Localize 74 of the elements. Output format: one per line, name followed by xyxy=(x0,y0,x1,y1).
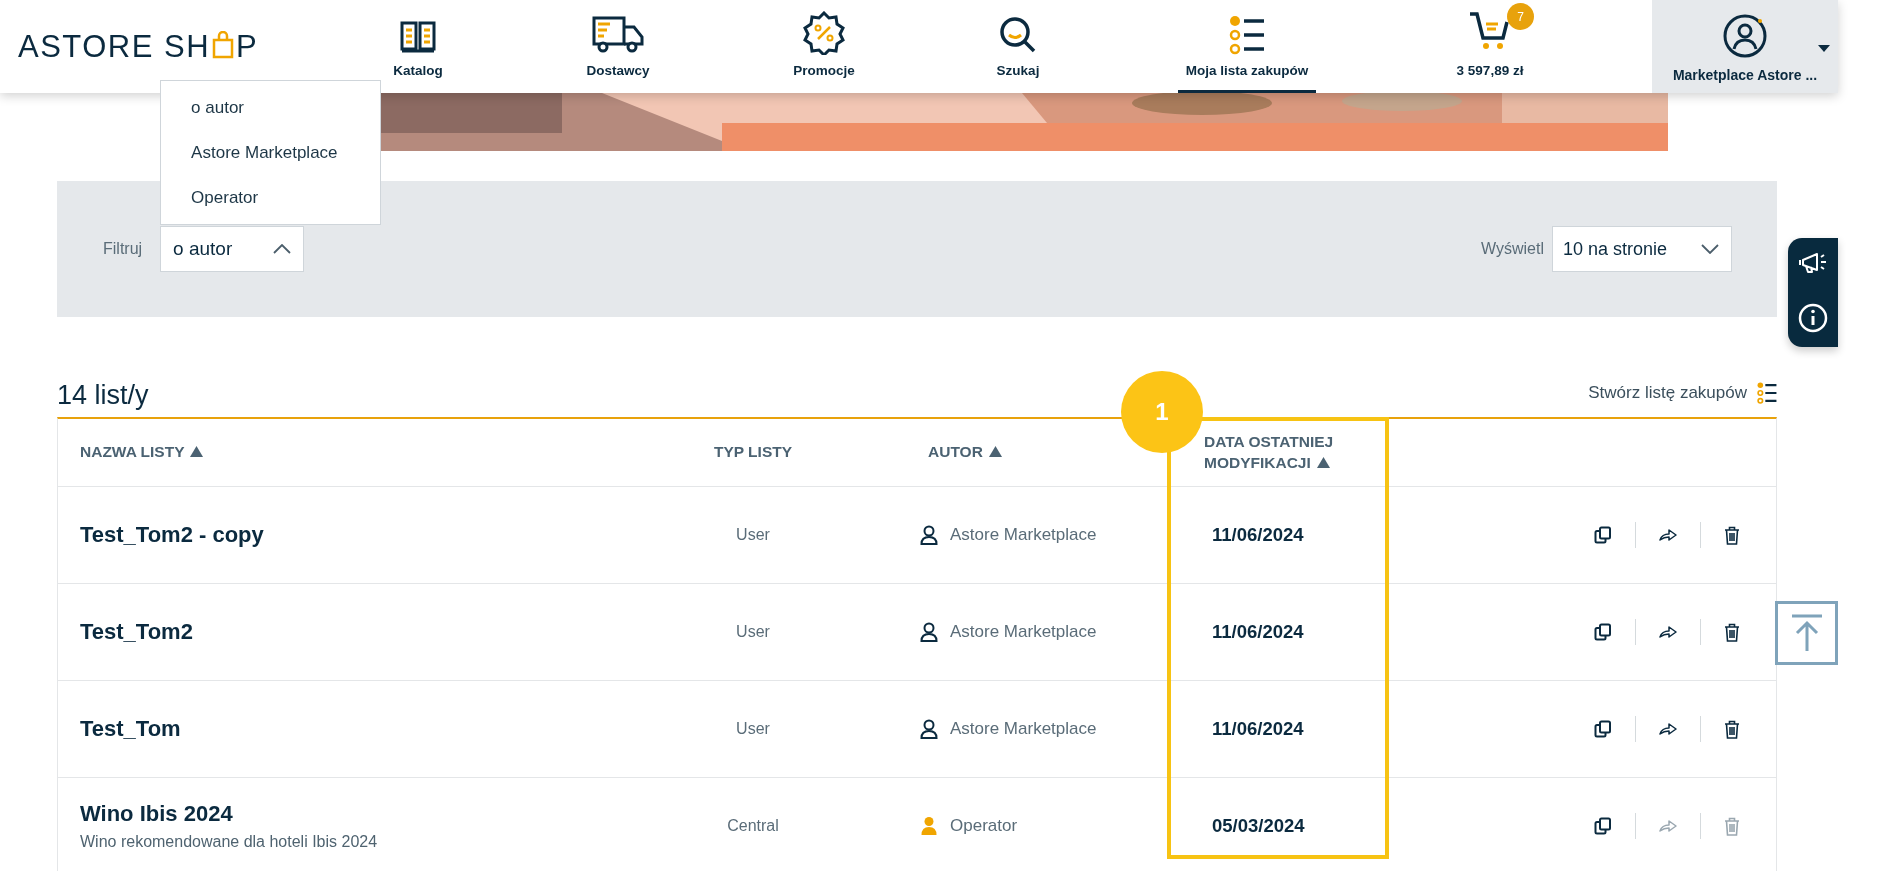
modified-date: 05/03/2024 xyxy=(1211,815,1305,837)
user-icon xyxy=(920,622,938,642)
modified-date: 11/06/2024 xyxy=(1211,718,1304,740)
copy-icon xyxy=(1594,817,1612,835)
nav-tab[interactable]: Dostawcy xyxy=(578,0,658,93)
list-name[interactable]: Test_Tom2 xyxy=(80,619,193,645)
list-name[interactable]: Test_Tom xyxy=(80,716,181,742)
per-page-label: Wyświetl xyxy=(1481,240,1544,258)
list-type: User xyxy=(736,720,770,738)
nav-tab[interactable]: Szukaj xyxy=(988,0,1048,93)
scroll-to-top-button[interactable] xyxy=(1775,601,1838,665)
account-menu[interactable]: Marketplace Astore ... xyxy=(1652,0,1838,93)
share-arrow-icon xyxy=(1659,819,1677,833)
copy-icon xyxy=(1594,526,1612,544)
author-name: Operator xyxy=(950,816,1018,836)
cart-count-badge: 7 xyxy=(1507,3,1534,30)
author-name: Astore Marketplace xyxy=(950,719,1097,739)
filter-select[interactable]: o autor xyxy=(160,226,305,272)
caret-icon xyxy=(1818,45,1830,52)
nav-tab[interactable]: Promocje xyxy=(785,0,863,93)
user-icon xyxy=(920,816,938,836)
user-icon xyxy=(920,719,938,739)
list-description: Wino rekomendowane dla hoteli Ibis 2024 xyxy=(80,833,378,851)
author-name: Astore Marketplace xyxy=(950,622,1097,642)
modified-date: 11/06/2024 xyxy=(1211,524,1304,546)
arrow-up-icon xyxy=(1789,613,1824,653)
info-icon xyxy=(1798,302,1828,333)
modified-date: 11/06/2024 xyxy=(1211,621,1304,643)
list-type: Central xyxy=(727,817,779,835)
list-icon xyxy=(1229,15,1265,55)
copy-icon xyxy=(1594,623,1612,641)
column-header[interactable]: AUTOR xyxy=(928,442,1002,463)
trash-icon xyxy=(1724,525,1740,545)
cart-button[interactable]: 7 3 597,89 zł xyxy=(1448,0,1532,93)
dropdown-option[interactable]: Astore Marketplace xyxy=(161,130,381,175)
per-page-select[interactable]: 10 na stronie xyxy=(1552,226,1732,272)
share-arrow-icon xyxy=(1659,625,1677,639)
sort-icon xyxy=(1316,456,1330,468)
column-header[interactable]: TYP LISTY xyxy=(713,442,793,463)
list-count-title: 14 list/y xyxy=(57,380,149,411)
sort-icon xyxy=(988,446,1002,458)
sort-icon xyxy=(190,446,204,458)
dropdown-option[interactable]: Operator xyxy=(161,175,381,220)
author-name: Astore Marketplace xyxy=(950,525,1097,545)
logo-text: ASTORE SH xyxy=(18,28,211,65)
search-icon xyxy=(998,15,1038,55)
trash-icon xyxy=(1724,816,1740,836)
create-list-link[interactable]: Stwórz listę zakupów xyxy=(1588,381,1777,405)
list-name[interactable]: Wino Ibis 2024 xyxy=(80,801,233,827)
truck-icon xyxy=(590,15,646,55)
column-header[interactable]: DATA OSTATNIEJ MODYFIKACJI xyxy=(1204,431,1379,474)
book-icon xyxy=(398,19,438,55)
user-icon xyxy=(920,525,938,545)
trash-icon xyxy=(1724,622,1740,642)
discount-badge-icon xyxy=(802,11,846,55)
logo-text: P xyxy=(236,28,259,65)
list-type: User xyxy=(736,623,770,641)
share-arrow-icon xyxy=(1659,528,1677,542)
list-type: User xyxy=(736,526,770,544)
annotation-marker: 1 xyxy=(1121,371,1203,453)
column-header[interactable]: NAZWA LISTY xyxy=(80,442,204,463)
nav-tab[interactable]: Katalog xyxy=(385,0,451,93)
chevron-icon xyxy=(273,244,292,254)
copy-icon xyxy=(1594,720,1612,738)
chevron-icon xyxy=(1701,244,1719,254)
list-name[interactable]: Test_Tom2 - copy xyxy=(80,522,264,548)
trash-icon xyxy=(1724,719,1740,739)
filter-label: Filtruj xyxy=(103,240,143,258)
share-arrow-icon xyxy=(1659,722,1677,736)
shopping-bag-icon xyxy=(212,30,235,59)
list-icon xyxy=(1757,381,1777,405)
megaphone-icon xyxy=(1798,252,1828,275)
dropdown-option[interactable]: o autor xyxy=(161,85,381,130)
user-circle-icon xyxy=(1722,13,1768,59)
